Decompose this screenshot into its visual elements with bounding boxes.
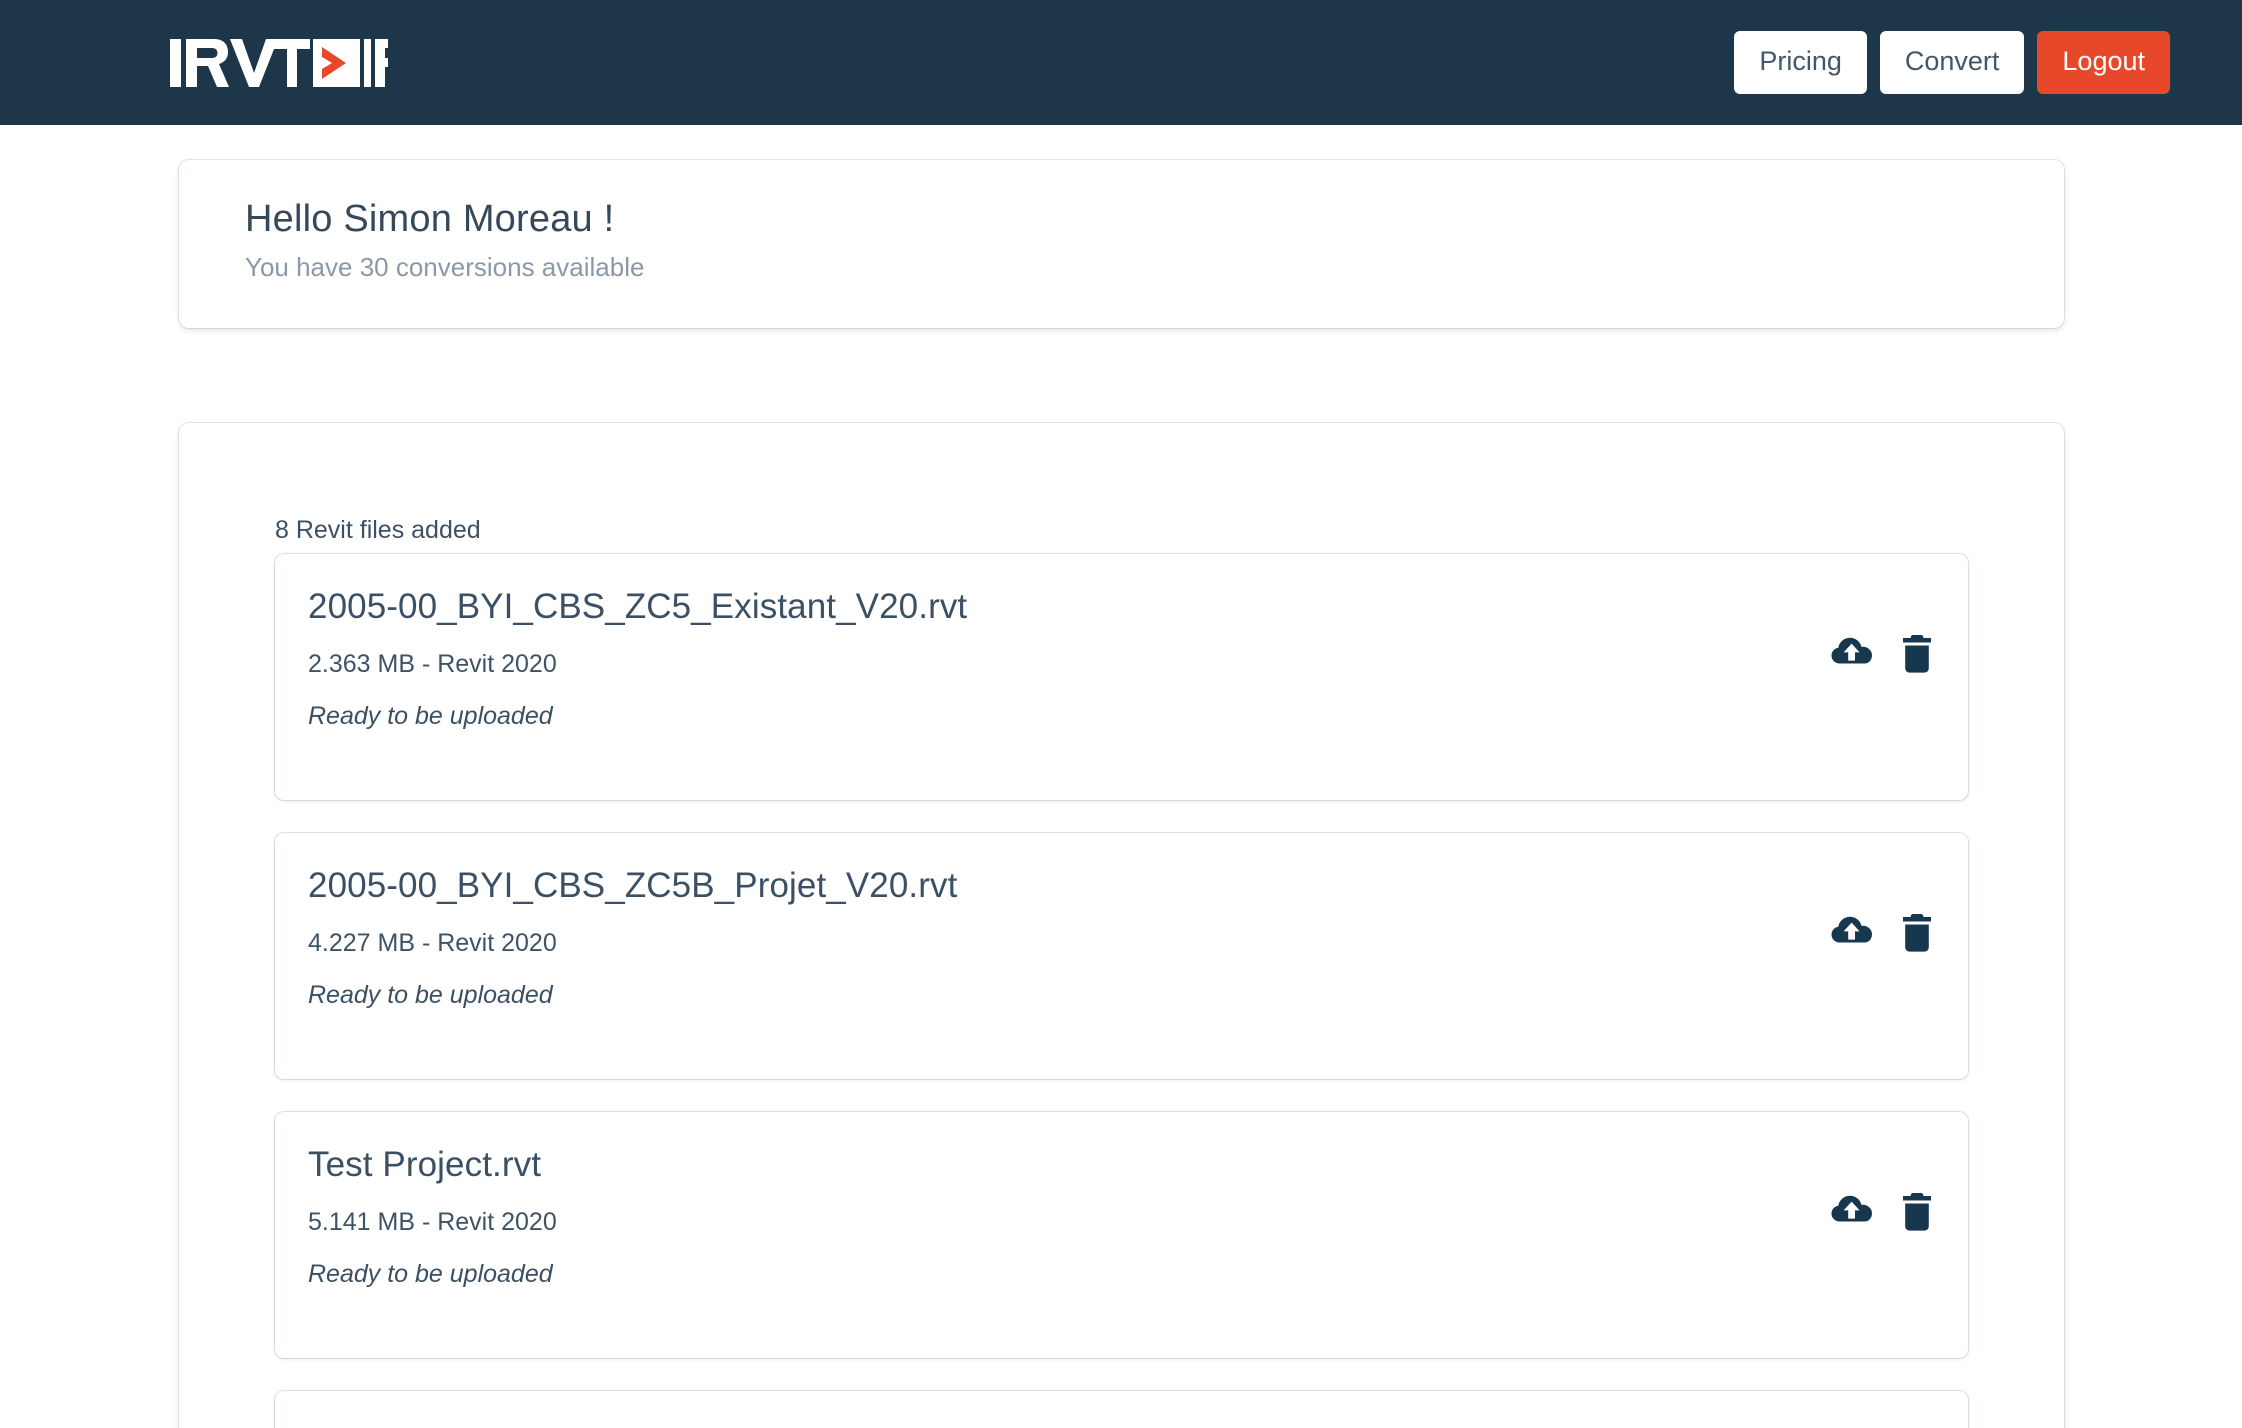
trash-icon xyxy=(1903,914,1931,952)
file-name: 2005-00_BYI_CBS_ZC5B_Projet_V20.rvt xyxy=(308,866,958,905)
file-actions xyxy=(1830,911,1932,955)
file-meta: 4.227 MB - Revit 2020 xyxy=(308,929,557,957)
file-name: Test Project.rvt xyxy=(308,1145,542,1184)
file-meta: 5.141 MB - Revit 2020 xyxy=(308,1208,557,1236)
files-added-count: 8 Revit files added xyxy=(275,516,481,544)
logout-button[interactable]: Logout xyxy=(2037,31,2170,94)
file-name: 1579998933223_Edificio%20Curso%20Extensi… xyxy=(308,1423,1968,1428)
file-meta: 2.363 MB - Revit 2020 xyxy=(308,650,557,678)
pricing-button[interactable]: Pricing xyxy=(1734,31,1867,94)
delete-file-button[interactable] xyxy=(1902,1193,1932,1231)
file-list: 2005-00_BYI_CBS_ZC5_Existant_V20.rvt 2.3… xyxy=(275,554,1968,1428)
rvt-to-ifc-logo-icon xyxy=(170,38,388,87)
file-status: Ready to be uploaded xyxy=(308,702,553,730)
cloud-upload-icon xyxy=(1831,1195,1872,1222)
trash-icon xyxy=(1903,635,1931,673)
files-container-card: 8 Revit files added 2005-00_BYI_CBS_ZC5_… xyxy=(179,423,2064,1428)
file-row[interactable]: 1579998933223_Edificio%20Curso%20Extensi… xyxy=(275,1391,1968,1428)
greeting-card: Hello Simon Moreau ! You have 30 convers… xyxy=(179,160,2064,328)
conversions-available-text: You have 30 conversions available xyxy=(245,251,645,282)
convert-button[interactable]: Convert xyxy=(1879,31,2025,94)
cloud-upload-button[interactable] xyxy=(1830,632,1874,676)
file-status: Ready to be uploaded xyxy=(308,981,553,1009)
file-actions xyxy=(1830,1190,1932,1234)
cloud-upload-button[interactable] xyxy=(1830,911,1874,955)
file-row[interactable]: Test Project.rvt 5.141 MB - Revit 2020 R… xyxy=(275,1112,1968,1358)
file-name: 2005-00_BYI_CBS_ZC5_Existant_V20.rvt xyxy=(308,587,968,626)
file-actions xyxy=(1830,632,1932,676)
navbar-actions: Pricing Convert Logout xyxy=(1734,31,2170,94)
cloud-upload-icon xyxy=(1831,916,1872,943)
cloud-upload-icon xyxy=(1831,637,1872,664)
cloud-upload-button[interactable] xyxy=(1830,1190,1874,1234)
file-row[interactable]: 2005-00_BYI_CBS_ZC5B_Projet_V20.rvt 4.22… xyxy=(275,833,1968,1079)
brand-logo[interactable] xyxy=(170,36,388,90)
delete-file-button[interactable] xyxy=(1902,914,1932,952)
delete-file-button[interactable] xyxy=(1902,635,1932,673)
trash-icon xyxy=(1903,1193,1931,1231)
file-status: Ready to be uploaded xyxy=(308,1260,553,1288)
file-row[interactable]: 2005-00_BYI_CBS_ZC5_Existant_V20.rvt 2.3… xyxy=(275,554,1968,800)
greeting-title: Hello Simon Moreau ! xyxy=(245,198,615,240)
page-body: Hello Simon Moreau ! You have 30 convers… xyxy=(0,160,2242,1428)
top-navbar: Pricing Convert Logout xyxy=(0,0,2242,125)
